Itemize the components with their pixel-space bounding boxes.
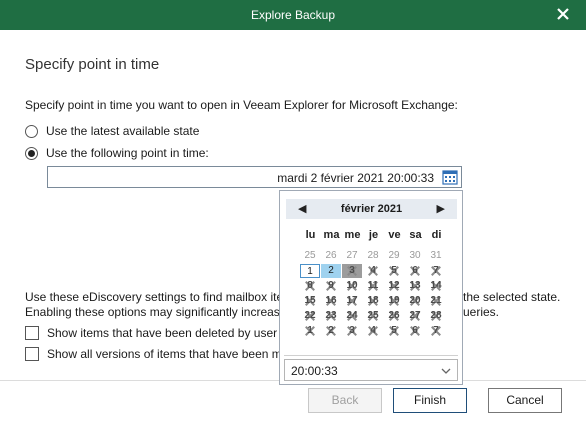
ediscovery-text-line2: Enabling these options may significantly… bbox=[25, 305, 280, 319]
calendar-header: ◀ février 2021 ▶ bbox=[286, 199, 457, 219]
calendar-day[interactable]: 28 bbox=[363, 249, 383, 263]
show-deleted-label: Show items that have been deleted by use… bbox=[47, 326, 278, 340]
calendar-day-unavailable[interactable]: 21 bbox=[426, 294, 446, 308]
calendar-day-unavailable[interactable]: 11 bbox=[363, 279, 383, 293]
calendar-day-unavailable[interactable]: 18 bbox=[363, 294, 383, 308]
calendar-day-unavailable[interactable]: 4 bbox=[363, 264, 383, 278]
calendar-week: 1 2 3 4 5 6 7 bbox=[300, 324, 447, 339]
calendar-day-unavailable[interactable]: 9 bbox=[321, 279, 341, 293]
calendar-day[interactable]: 26 bbox=[321, 249, 341, 263]
calendar-week: 1 2 3 4 5 6 7 bbox=[300, 264, 447, 279]
calendar-day-unavailable[interactable]: 23 bbox=[321, 309, 341, 323]
calendar-day-unavailable[interactable]: 26 bbox=[384, 309, 404, 323]
weekday-label: ma bbox=[323, 229, 340, 241]
calendar-day-unavailable[interactable]: 27 bbox=[405, 309, 425, 323]
calendar-day-unavailable[interactable]: 7 bbox=[426, 324, 446, 338]
calendar-day-unavailable[interactable]: 22 bbox=[300, 309, 320, 323]
calendar-day[interactable]: 25 bbox=[300, 249, 320, 263]
calendar-icon[interactable] bbox=[442, 169, 458, 185]
close-icon[interactable] bbox=[554, 5, 572, 23]
time-value: 20:00:33 bbox=[291, 364, 338, 378]
finish-button[interactable]: Finish bbox=[393, 388, 467, 413]
calendar-day[interactable]: 29 bbox=[384, 249, 404, 263]
calendar-day-unavailable[interactable]: 15 bbox=[300, 294, 320, 308]
time-separator bbox=[284, 355, 458, 356]
calendar-day-today[interactable]: 1 bbox=[300, 264, 320, 278]
weekday-label: ve bbox=[388, 229, 401, 241]
calendar-day-unavailable[interactable]: 28 bbox=[426, 309, 446, 323]
calendar-day-selected[interactable]: 2 bbox=[321, 264, 341, 278]
calendar-day-unavailable[interactable]: 25 bbox=[363, 309, 383, 323]
title-bar: Explore Backup bbox=[0, 0, 586, 30]
ediscovery-text-line1: Use these eDiscovery settings to find ma… bbox=[25, 290, 284, 304]
calendar-day-unavailable[interactable]: 6 bbox=[405, 324, 425, 338]
calendar-day-unavailable[interactable]: 5 bbox=[384, 264, 404, 278]
calendar-day-unavailable[interactable]: 19 bbox=[384, 294, 404, 308]
calendar-day-unavailable[interactable]: 20 bbox=[405, 294, 425, 308]
latest-state-label: Use the latest available state bbox=[46, 124, 200, 138]
calendar-day-unavailable[interactable]: 12 bbox=[384, 279, 404, 293]
calendar-day-unavailable[interactable]: 3 bbox=[342, 324, 362, 338]
window-title: Explore Backup bbox=[250, 8, 336, 22]
calendar-week: 22 23 24 25 26 27 28 bbox=[300, 309, 447, 324]
calendar-week: 15 16 17 18 19 20 21 bbox=[300, 294, 447, 309]
ediscovery-text-line2-end: ueries. bbox=[463, 305, 500, 319]
show-versions-checkbox[interactable] bbox=[25, 347, 39, 361]
datetime-picker-field[interactable]: mardi 2 février 2021 20:00:33 bbox=[47, 166, 462, 188]
calendar-day-unavailable[interactable]: 10 bbox=[342, 279, 362, 293]
calendar-day-unavailable[interactable]: 8 bbox=[300, 279, 320, 293]
show-deleted-checkbox[interactable] bbox=[25, 326, 39, 340]
page-title: Specify point in time bbox=[25, 56, 160, 73]
calendar-day-unavailable[interactable]: 4 bbox=[363, 324, 383, 338]
calendar-day[interactable]: 27 bbox=[342, 249, 362, 263]
point-in-time-label: Use the following point in time: bbox=[46, 146, 209, 160]
calendar-day-unavailable[interactable]: 5 bbox=[384, 324, 404, 338]
calendar-day-unavailable[interactable]: 14 bbox=[426, 279, 446, 293]
calendar-day-unavailable[interactable]: 16 bbox=[321, 294, 341, 308]
weekday-label: di bbox=[431, 229, 442, 241]
show-versions-label: Show all versions of items that have bee… bbox=[47, 347, 282, 361]
chevron-down-icon[interactable] bbox=[441, 366, 451, 376]
latest-state-radio[interactable] bbox=[25, 124, 38, 138]
datetime-value: mardi 2 février 2021 20:00:33 bbox=[277, 171, 434, 185]
calendar-day-unavailable[interactable]: 24 bbox=[342, 309, 362, 323]
calendar-month-label[interactable]: février 2021 bbox=[286, 203, 457, 215]
point-in-time-radio[interactable] bbox=[25, 146, 38, 160]
weekday-label: me bbox=[344, 229, 361, 241]
calendar-day-unavailable[interactable]: 1 bbox=[300, 324, 320, 338]
calendar-day[interactable]: 31 bbox=[426, 249, 446, 263]
calendar-week: 8 9 10 11 12 13 14 bbox=[300, 279, 447, 294]
calendar-day-unavailable[interactable]: 7 bbox=[426, 264, 446, 278]
show-deleted-option[interactable]: Show items that have been deleted by use… bbox=[25, 326, 277, 340]
ediscovery-text-line1-end: the selected state. bbox=[463, 290, 561, 304]
weekday-label: je bbox=[368, 229, 379, 241]
show-versions-option[interactable]: Show all versions of items that have bee… bbox=[25, 347, 282, 361]
weekday-label: sa bbox=[409, 229, 422, 241]
calendar-day-unavailable[interactable]: 3 bbox=[342, 264, 362, 278]
calendar-day-unavailable[interactable]: 13 bbox=[405, 279, 425, 293]
calendar-day-unavailable[interactable]: 17 bbox=[342, 294, 362, 308]
calendar-day-unavailable[interactable]: 6 bbox=[405, 264, 425, 278]
calendar-day-unavailable[interactable]: 2 bbox=[321, 324, 341, 338]
cancel-button[interactable]: Cancel bbox=[488, 388, 562, 413]
calendar-popup: ◀ février 2021 ▶ lu ma me je ve sa di 25… bbox=[279, 190, 463, 385]
back-button[interactable]: Back bbox=[308, 388, 382, 413]
latest-state-option[interactable]: Use the latest available state bbox=[25, 124, 199, 138]
point-in-time-option[interactable]: Use the following point in time: bbox=[25, 146, 209, 160]
next-month-icon[interactable]: ▶ bbox=[437, 202, 445, 215]
weekday-header: lu ma me je ve sa di bbox=[300, 229, 447, 241]
weekday-label: lu bbox=[305, 229, 316, 241]
calendar-day[interactable]: 30 bbox=[405, 249, 425, 263]
instruction-text: Specify point in time you want to open i… bbox=[25, 98, 458, 112]
time-dropdown[interactable]: 20:00:33 bbox=[284, 359, 458, 381]
calendar-week: 25 26 27 28 29 30 31 bbox=[300, 249, 447, 264]
calendar-grid: 25 26 27 28 29 30 31 1 2 3 4 5 6 7 8 9 1… bbox=[300, 249, 447, 339]
